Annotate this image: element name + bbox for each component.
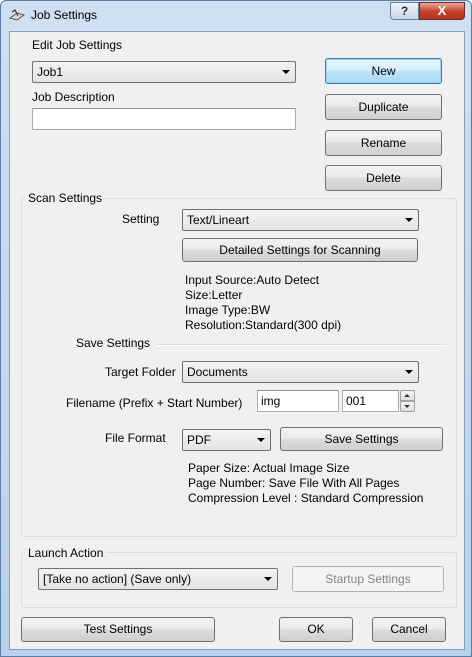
duplicate-button[interactable]: Duplicate: [325, 94, 442, 120]
job-select[interactable]: Job1: [32, 61, 296, 83]
chevron-down-icon: [257, 438, 265, 442]
save-settings-divider: [157, 344, 446, 346]
filename-prefix-input[interactable]: img: [257, 390, 339, 412]
launch-action-select[interactable]: [Take no action] (Save only): [38, 568, 278, 590]
setting-label: Setting: [122, 212, 160, 226]
target-folder-select[interactable]: Documents: [182, 361, 419, 383]
save-info-line: Page Number: Save File With All Pages: [188, 476, 400, 490]
launch-action-value: [Take no action] (Save only): [43, 572, 192, 586]
start-number-spinner[interactable]: [400, 390, 415, 412]
chevron-down-icon: [264, 577, 272, 581]
chevron-down-icon: [405, 370, 413, 374]
spin-up-icon[interactable]: [400, 390, 415, 401]
scan-settings-title: Scan Settings: [25, 191, 106, 205]
file-format-select[interactable]: PDF: [182, 429, 271, 451]
setting-select-value: Text/Lineart: [187, 213, 250, 227]
edit-job-settings-label: Edit Job Settings: [32, 38, 123, 52]
new-button[interactable]: New: [325, 58, 442, 84]
setting-select[interactable]: Text/Lineart: [182, 209, 419, 231]
window-title: Job Settings: [31, 8, 98, 22]
delete-button[interactable]: Delete: [325, 165, 442, 191]
ok-button[interactable]: OK: [279, 617, 353, 642]
scanner-app-icon: [9, 9, 25, 21]
job-select-value: Job1: [37, 65, 64, 79]
save-settings-button[interactable]: Save Settings: [280, 427, 443, 451]
spin-down-icon[interactable]: [400, 401, 415, 412]
close-button[interactable]: X: [419, 2, 465, 20]
save-info-line: Paper Size: Actual Image Size: [188, 461, 350, 475]
job-settings-window: Job Settings ? X Edit Job Settings Job1 …: [0, 0, 472, 657]
rename-button[interactable]: Rename: [325, 130, 442, 156]
scan-info-line: Size:Letter: [185, 288, 243, 302]
scan-info-line: Input Source:Auto Detect: [185, 273, 320, 287]
job-description-input[interactable]: [32, 108, 296, 130]
file-format-label: File Format: [105, 431, 166, 445]
filename-prefix-value: img: [261, 394, 281, 408]
test-settings-button[interactable]: Test Settings: [21, 617, 215, 642]
chevron-down-icon: [405, 218, 413, 222]
startup-settings-button[interactable]: Startup Settings: [292, 566, 444, 592]
title-bar[interactable]: Job Settings ? X: [1, 1, 471, 31]
target-folder-label: Target Folder: [105, 365, 176, 379]
start-number-value: 001: [346, 394, 367, 408]
launch-action-title: Launch Action: [25, 546, 107, 560]
dialog-body: Edit Job Settings Job1 Job Description N…: [9, 31, 465, 650]
filename-label: Filename (Prefix + Start Number): [66, 396, 243, 410]
job-description-label: Job Description: [32, 90, 115, 104]
detailed-settings-button[interactable]: Detailed Settings for Scanning: [182, 238, 418, 262]
chevron-down-icon: [282, 70, 290, 74]
target-folder-value: Documents: [187, 365, 248, 379]
cancel-button[interactable]: Cancel: [372, 617, 446, 642]
save-settings-section-label: Save Settings: [76, 336, 151, 350]
start-number-input[interactable]: 001: [342, 390, 399, 412]
save-info-line: Compression Level : Standard Compression: [188, 491, 424, 505]
help-button[interactable]: ?: [390, 2, 419, 20]
scan-info-line: Image Type:BW: [185, 303, 271, 317]
scan-info-line: Resolution:Standard(300 dpi): [185, 318, 342, 332]
file-format-value: PDF: [187, 433, 211, 447]
